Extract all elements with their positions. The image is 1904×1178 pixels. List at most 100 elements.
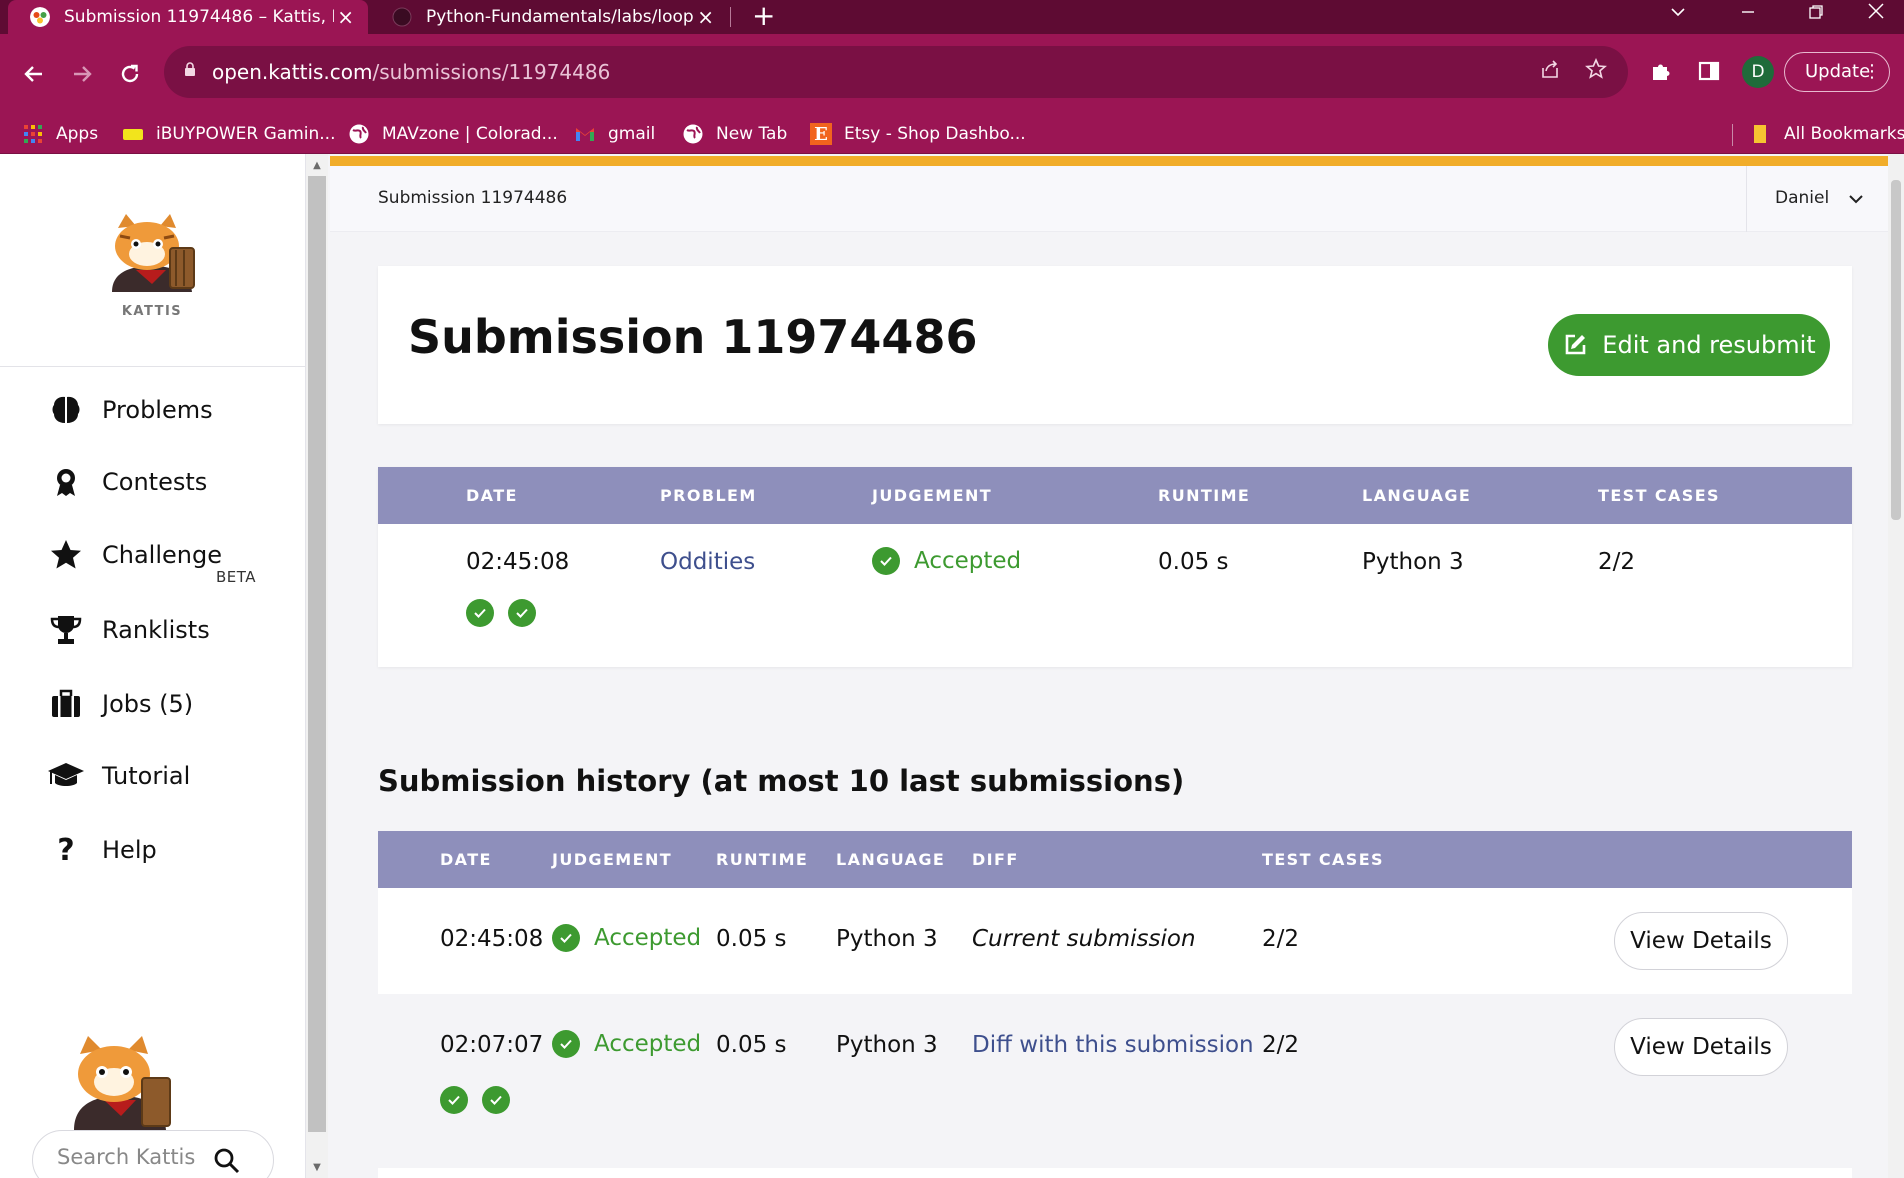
new-tab-button[interactable]: +: [752, 0, 775, 32]
accent-bar: [330, 156, 1894, 166]
share-icon[interactable]: [1536, 58, 1564, 86]
sidebar-item-label: Challenge: [102, 541, 222, 569]
url-host: open.kattis.com: [212, 60, 373, 84]
tab-divider: [730, 7, 731, 27]
main-content: Submission 11974486 Daniel Submission 11…: [328, 154, 1894, 1178]
close-tab-icon[interactable]: ×: [337, 5, 354, 29]
bookmarks-separator: [1732, 124, 1733, 146]
kattis-favicon-icon: [30, 7, 50, 27]
bookmark-apps[interactable]: Apps: [22, 122, 98, 146]
logo-label: KATTIS: [121, 304, 183, 319]
address-bar[interactable]: open.kattis.com/submissions/11974486: [164, 46, 1628, 98]
sidebar-item-tutorial[interactable]: Tutorial: [46, 756, 190, 796]
side-panel-icon[interactable]: [1692, 54, 1726, 88]
scroll-up-arrow-icon[interactable]: ▲: [306, 156, 328, 176]
question-icon: ?: [57, 832, 75, 868]
sidebar-item-contests[interactable]: Contests: [46, 462, 207, 502]
browser-tab-strip: Submission 11974486 – Kattis, K × Python…: [0, 0, 1904, 34]
all-bookmarks[interactable]: All Bookmarks: [1750, 122, 1904, 146]
globe-icon: [683, 124, 703, 144]
tab-title: Python-Fundamentals/labs/loop: [426, 7, 694, 27]
sidebar-item-label: Help: [102, 836, 157, 864]
diff-current-label: Current submission: [972, 926, 1196, 952]
kattis-cat-mascot-icon: [74, 1036, 171, 1130]
close-tab-icon[interactable]: ×: [697, 5, 714, 29]
bookmark-label: MAVzone | Colorad...: [382, 124, 558, 144]
view-details-button[interactable]: View Details: [1614, 1018, 1788, 1076]
profile-avatar[interactable]: D: [1742, 56, 1774, 88]
sidebar-item-jobs[interactable]: Jobs (5): [46, 684, 193, 724]
view-details-button[interactable]: View Details: [1614, 912, 1788, 970]
tab-title: Submission 11974486 – Kattis, K: [64, 7, 334, 27]
main-scrollbar[interactable]: [1888, 154, 1904, 1178]
test-cases-value: 2/2: [1262, 1032, 1300, 1058]
check-circle-icon: [872, 547, 900, 575]
chevron-down-icon: [1849, 195, 1863, 204]
bookmark-gmail[interactable]: gmail: [574, 122, 655, 146]
col-runtime: RUNTIME: [1158, 486, 1251, 505]
url-path: /submissions/11974486: [372, 60, 611, 84]
search-kattis-field[interactable]: [32, 1130, 274, 1178]
test-passed-check-icon[interactable]: [508, 599, 536, 627]
test-passed-check-icon[interactable]: [482, 1086, 510, 1114]
url-text: open.kattis.com/submissions/11974486: [212, 60, 610, 84]
bookmark-star-icon[interactable]: [1582, 57, 1610, 86]
minimize-window-icon[interactable]: [1718, 0, 1778, 34]
col-problem: PROBLEM: [660, 486, 757, 505]
sidebar-item-help[interactable]: ? Help: [46, 830, 157, 870]
col-judgement: JUDGEMENT: [552, 850, 673, 869]
judgement-label: Accepted: [594, 1031, 702, 1057]
more-menu-icon[interactable]: ⋮: [1863, 53, 1881, 91]
update-label: Update: [1805, 61, 1871, 82]
forward-arrow-icon[interactable]: [62, 54, 102, 94]
search-icon[interactable]: [213, 1147, 241, 1175]
col-diff: DIFF: [972, 850, 1019, 869]
bookmarks-bar: Apps iBUYPOWER Gamin... MAVzone | Colora…: [0, 114, 1904, 154]
close-window-icon[interactable]: [1846, 0, 1904, 34]
test-passed-check-icon[interactable]: [466, 599, 494, 627]
bookmark-label: Etsy - Shop Dashbo...: [844, 124, 1026, 144]
sidebar-item-challenge[interactable]: Challenge: [46, 535, 222, 575]
runtime-value: 0.05 s: [716, 926, 787, 952]
all-bookmarks-label: All Bookmarks: [1784, 124, 1904, 144]
submission-date: 02:45:08: [466, 549, 570, 575]
user-name: Daniel: [1775, 188, 1830, 208]
bookmark-etsy[interactable]: E Etsy - Shop Dashbo...: [810, 122, 1026, 146]
scroll-down-arrow-icon[interactable]: ▼: [306, 1158, 328, 1178]
history-date: 02:45:08: [440, 926, 544, 952]
bookmark-mavzone[interactable]: MAVzone | Colorad...: [348, 122, 558, 146]
sidebar-item-problems[interactable]: Problems: [46, 390, 213, 430]
tab-github-python-fundamentals[interactable]: Python-Fundamentals/labs/loop ×: [376, 0, 728, 34]
table-row: 02:07:07 Accepted 0.05 s Python 3 Diff w…: [378, 994, 1852, 1168]
tab-kattis-submission[interactable]: Submission 11974486 – Kattis, K ×: [8, 0, 368, 34]
judgement-label: Accepted: [914, 548, 1022, 574]
folder-icon: [1754, 125, 1766, 143]
sidebar-item-ranklists[interactable]: Ranklists: [46, 610, 210, 650]
submission-table: DATE PROBLEM JUDGEMENT RUNTIME LANGUAGE …: [378, 467, 1852, 667]
table-row: 02:45:08 Accepted 0.05 s Python 3 Curren…: [378, 888, 1852, 994]
main-scrollbar-thumb[interactable]: [1891, 180, 1901, 520]
user-menu[interactable]: Daniel: [1746, 166, 1894, 232]
col-runtime: RUNTIME: [716, 850, 809, 869]
bookmark-ibuypower[interactable]: iBUYPOWER Gamin...: [122, 122, 335, 146]
diff-link[interactable]: Diff with this submission: [972, 1032, 1254, 1058]
restore-window-icon[interactable]: [1786, 0, 1846, 34]
check-circle-icon: [552, 1030, 580, 1058]
extensions-puzzle-icon[interactable]: [1644, 54, 1678, 88]
globe-icon: [349, 124, 369, 144]
kattis-sidebar: KATTIS Problems Contests Challenge BETA …: [0, 154, 306, 1178]
edit-and-resubmit-button[interactable]: Edit and resubmit: [1548, 314, 1830, 376]
sidebar-item-label: Jobs (5): [102, 690, 194, 718]
table-header: DATE PROBLEM JUDGEMENT RUNTIME LANGUAGE …: [378, 467, 1852, 524]
update-button[interactable]: Update ⋮: [1784, 52, 1890, 92]
test-passed-check-icon[interactable]: [440, 1086, 468, 1114]
problem-link[interactable]: Oddities: [660, 549, 755, 575]
search-input[interactable]: [57, 1145, 217, 1169]
tab-search-chevron-icon[interactable]: [1648, 0, 1708, 34]
back-arrow-icon[interactable]: [14, 54, 54, 94]
bookmark-new-tab[interactable]: New Tab: [682, 122, 787, 146]
kattis-logo[interactable]: [102, 214, 202, 298]
reload-icon[interactable]: [110, 54, 150, 94]
col-language: LANGUAGE: [836, 850, 946, 869]
sidebar-scrollbar-thumb[interactable]: [308, 176, 326, 1132]
